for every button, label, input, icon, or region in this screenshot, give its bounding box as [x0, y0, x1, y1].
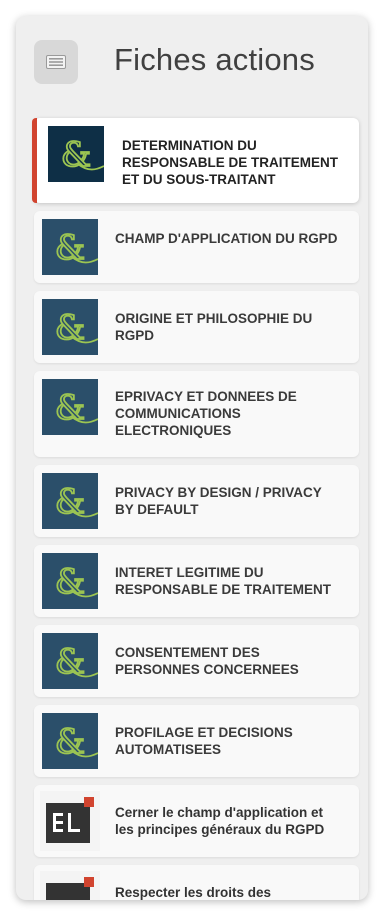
ampersand-logo-icon: &: [48, 126, 105, 182]
panel-header: Fiches actions: [16, 16, 368, 116]
fiche-item-label: Cerner le champ d'application et les pri…: [115, 805, 325, 837]
ampersand-logo-icon: &: [42, 219, 99, 275]
fiche-item-label: Respecter les droits des: [115, 885, 272, 900]
fiche-item-label: PROFILAGE ET DECISIONS AUTOMATISEES: [115, 725, 293, 757]
fiches-list: & DETERMINATION DU RESPONSABLE DE TRAITE…: [32, 118, 360, 900]
fiche-item-label: DETERMINATION DU RESPONSABLE DE TRAITEME…: [122, 138, 339, 187]
el-logo-icon: [40, 871, 100, 900]
fiche-item-origine[interactable]: & ORIGINE ET PHILOSOPHIE DU RGPD: [34, 291, 359, 363]
fiche-item-interet-legitime[interactable]: & INTERET LEGITIME DU RESPONSABLE DE TRA…: [34, 545, 359, 617]
fiche-item-determination[interactable]: & DETERMINATION DU RESPONSABLE DE TRAITE…: [32, 118, 359, 203]
ampersand-logo-icon: &: [42, 713, 99, 769]
fiche-item-consentement[interactable]: & CONSENTEMENT DES PERSONNES CONCERNEES: [34, 625, 359, 697]
fiche-item-label: CONSENTEMENT DES PERSONNES CONCERNEES: [115, 645, 299, 677]
fiches-actions-panel: Fiches actions & DETERMINATION DU RESPON…: [16, 16, 368, 900]
ampersand-logo-icon: &: [42, 633, 99, 689]
fiche-item-eprivacy[interactable]: & EPRIVACY ET DONNEES DE COMMUNICATIONS …: [34, 371, 359, 457]
fiche-item-label: PRIVACY BY DESIGN / PRIVACY BY DEFAULT: [115, 485, 322, 517]
fiche-item-champ-application[interactable]: & CHAMP D'APPLICATION DU RGPD: [34, 211, 359, 283]
newspaper-icon: [46, 55, 66, 69]
fiche-item-profilage[interactable]: & PROFILAGE ET DECISIONS AUTOMATISEES: [34, 705, 359, 777]
menu-button[interactable]: [34, 40, 78, 84]
fiche-item-label: CHAMP D'APPLICATION DU RGPD: [115, 231, 338, 246]
el-logo-icon: [40, 791, 100, 851]
ampersand-logo-icon: &: [42, 299, 99, 355]
fiche-item-respecter-droits[interactable]: Respecter les droits des: [34, 865, 359, 900]
fiche-item-privacy-by-design[interactable]: & PRIVACY BY DESIGN / PRIVACY BY DEFAULT: [34, 465, 359, 537]
page-title: Fiches actions: [114, 42, 315, 77]
fiche-item-label: EPRIVACY ET DONNEES DE COMMUNICATIONS EL…: [115, 389, 297, 438]
ampersand-logo-icon: &: [42, 553, 99, 609]
fiche-item-label: INTERET LEGITIME DU RESPONSABLE DE TRAIT…: [115, 565, 332, 597]
ampersand-logo-icon: &: [42, 473, 99, 529]
fiche-item-cerner-champ[interactable]: Cerner le champ d'application et les pri…: [34, 785, 359, 857]
ampersand-logo-icon: &: [42, 379, 99, 435]
fiche-item-label: ORIGINE ET PHILOSOPHIE DU RGPD: [115, 311, 313, 343]
active-indicator: [32, 118, 37, 203]
